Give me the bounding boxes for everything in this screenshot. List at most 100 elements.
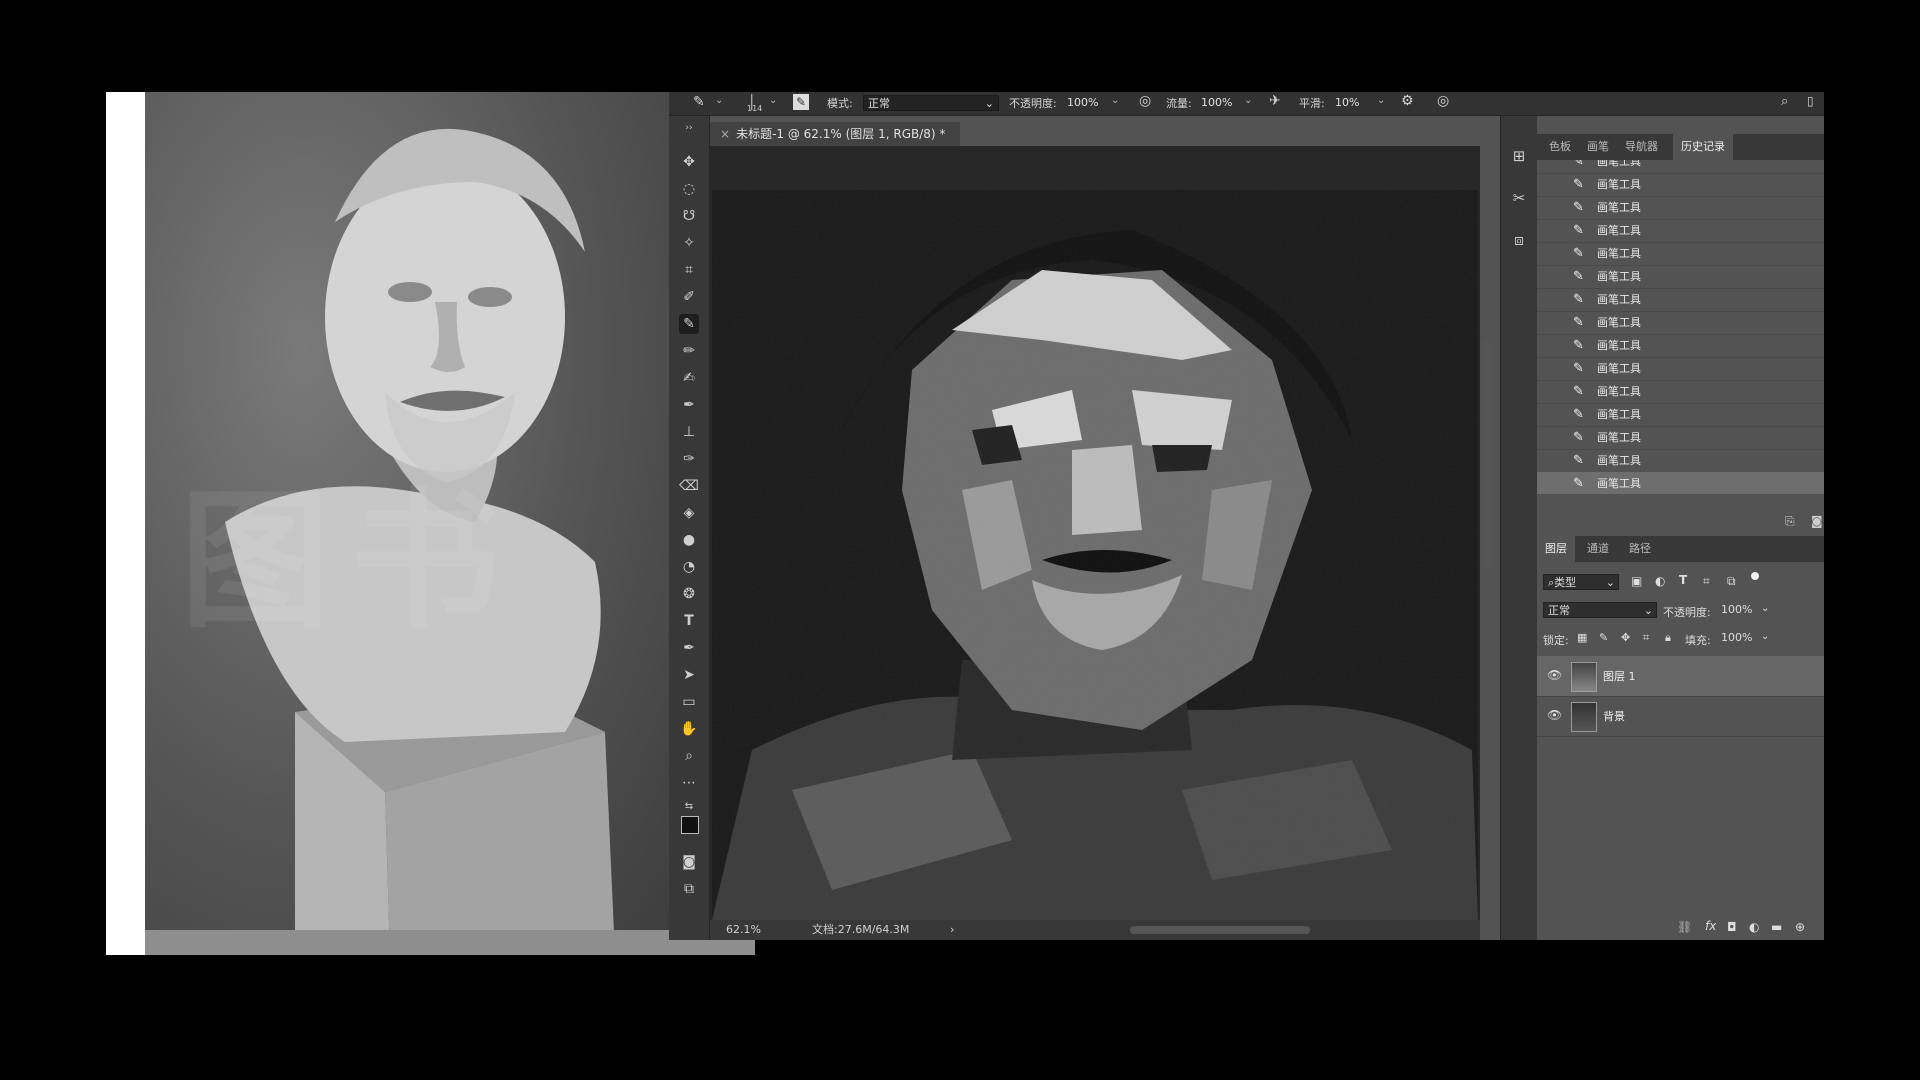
more-tools-icon[interactable]: ⋯ <box>679 773 699 793</box>
lock-all-icon[interactable]: 🔒︎ <box>1665 631 1671 645</box>
tab-paths[interactable]: 路径 <box>1621 536 1659 562</box>
blend-mode-select[interactable]: 正常 ⌄ <box>1543 602 1657 618</box>
layer-filter-select[interactable]: ⌕类型 ⌄ <box>1543 574 1619 590</box>
horizontal-scrollbar[interactable] <box>1130 926 1310 934</box>
collapse-toolbar-icon[interactable]: ›› <box>679 118 699 138</box>
tab-layers[interactable]: 图层 <box>1537 536 1575 562</box>
history-item[interactable]: ✎ 画笔工具 <box>1537 449 1824 473</box>
history-item-current[interactable]: ✎ 画笔工具 <box>1537 472 1824 494</box>
tab-navigator[interactable]: 导航器 <box>1617 134 1666 160</box>
fill-field[interactable]: 100% <box>1717 630 1767 646</box>
clone-source-icon[interactable]: ⧈ <box>1509 230 1529 250</box>
tool-preset-caret-icon[interactable]: ⌄ <box>715 95 723 106</box>
camera-icon[interactable]: ◙ <box>1811 514 1823 528</box>
new-layer-icon[interactable]: ⊕ <box>1795 920 1805 934</box>
paint-bucket-tool-icon[interactable]: ◈ <box>679 503 699 523</box>
mixer-brush-tool-icon[interactable]: ✍ <box>679 368 699 388</box>
zoom-tool-icon[interactable]: ⌕ <box>679 746 699 766</box>
zoom-level[interactable]: 62.1% <box>726 920 761 940</box>
filter-pixel-icon[interactable]: ▣ <box>1631 574 1642 588</box>
tab-brushes[interactable]: 画笔 <box>1579 134 1617 160</box>
flow-caret-icon[interactable]: ⌄ <box>1244 95 1252 106</box>
layer-row[interactable]: 👁︎ 图层 1 <box>1537 656 1824 697</box>
history-item[interactable]: ✎ 画笔工具 <box>1537 219 1824 243</box>
history-item[interactable]: ✎ 画笔工具 <box>1537 311 1824 335</box>
history-item[interactable]: ✎ 画笔工具 <box>1537 196 1824 220</box>
lock-position-icon[interactable]: ✥ <box>1621 631 1630 644</box>
pen-tool-icon[interactable]: ✒ <box>679 638 699 658</box>
tab-channels[interactable]: 通道 <box>1579 536 1617 562</box>
filter-adjustment-icon[interactable]: ◐ <box>1655 574 1665 588</box>
type-tool-icon[interactable]: T <box>679 611 699 631</box>
swap-colors-icon[interactable]: ⇆ <box>679 796 699 816</box>
properties-panel-icon[interactable]: ⊞ <box>1509 146 1529 166</box>
adjustment-layer-icon[interactable]: ◐ <box>1749 920 1759 934</box>
history-brush-tool-icon[interactable]: ✒ <box>679 395 699 415</box>
fx-icon[interactable]: fx <box>1705 919 1716 933</box>
stamp-tool-icon[interactable]: ⊥ <box>679 422 699 442</box>
filter-shape-icon[interactable]: ⌗ <box>1703 574 1710 589</box>
blur-tool-icon[interactable]: ● <box>679 530 699 550</box>
smooth-field[interactable]: 10% <box>1331 95 1383 111</box>
history-item[interactable]: ✎ 画笔工具 <box>1537 160 1824 174</box>
history-item[interactable]: ✎ 画笔工具 <box>1537 403 1824 427</box>
lock-image-icon[interactable]: ✎ <box>1599 631 1608 644</box>
history-item[interactable]: ✎ 画笔工具 <box>1537 357 1824 381</box>
new-snapshot-icon[interactable]: ⎘ <box>1785 514 1795 529</box>
brush-picker-caret-icon[interactable]: ⌄ <box>769 95 777 106</box>
eye-icon[interactable]: 👁︎ <box>1547 668 1562 682</box>
pressure-opacity-icon[interactable]: ◎ <box>1139 93 1151 109</box>
quick-mask-icon[interactable]: ◙ <box>679 852 699 872</box>
pencil-tool-icon[interactable]: ✏ <box>679 341 699 361</box>
flow-field[interactable]: 100% <box>1197 95 1249 111</box>
hand-tool-icon[interactable]: ✋ <box>679 719 699 739</box>
history-item[interactable]: ✎ 画笔工具 <box>1537 288 1824 312</box>
add-mask-icon[interactable]: ◘ <box>1727 920 1737 934</box>
marquee-tool-icon[interactable]: ◌ <box>679 179 699 199</box>
dodge-tool-icon[interactable]: ◔ <box>679 557 699 577</box>
gear-icon[interactable]: ⚙ <box>1401 93 1414 109</box>
vertical-scrollbar[interactable] <box>1483 340 1491 570</box>
art-history-brush-icon[interactable]: ✑ <box>679 449 699 469</box>
filter-toggle-icon[interactable] <box>1751 572 1759 580</box>
pressure-size-icon[interactable]: ◎ <box>1437 93 1449 109</box>
folder-icon[interactable]: ▬ <box>1771 920 1782 934</box>
brush-settings-icon[interactable]: ✎ <box>793 94 809 110</box>
rectangle-tool-icon[interactable]: ▭ <box>679 692 699 712</box>
smooth-caret-icon[interactable]: ⌄ <box>1377 95 1385 106</box>
eraser-tool-icon[interactable]: ⌫ <box>679 476 699 496</box>
status-menu-arrow-icon[interactable]: › <box>950 920 954 940</box>
canvas[interactable] <box>712 190 1478 920</box>
history-item[interactable]: ✎ 画笔工具 <box>1537 173 1824 197</box>
magic-wand-tool-icon[interactable]: ✧ <box>679 233 699 253</box>
workspace-icon[interactable]: ▯ <box>1807 94 1814 108</box>
eye-icon[interactable]: 👁︎ <box>1547 708 1562 722</box>
brush-tool-icon[interactable]: ✎ <box>679 314 699 334</box>
chevron-down-icon[interactable]: ⌄ <box>1761 603 1769 614</box>
tab-swatches[interactable]: 色板 <box>1541 134 1579 160</box>
crop-tool-icon[interactable]: ⌗ <box>679 260 699 280</box>
history-item[interactable]: ✎ 画笔工具 <box>1537 334 1824 358</box>
layer-opacity-field[interactable]: 100% <box>1717 602 1767 618</box>
tool-presets-icon[interactable]: ✂ <box>1509 188 1529 208</box>
screen-mode-icon[interactable]: ⧉ <box>679 879 699 899</box>
eyedropper-tool-icon[interactable]: ✐ <box>679 287 699 307</box>
lasso-tool-icon[interactable]: ☋ <box>679 206 699 226</box>
layer-row[interactable]: 👁︎ 背景 <box>1537 696 1824 737</box>
brush-tool-icon[interactable]: ✎ <box>693 94 705 110</box>
sponge-tool-icon[interactable]: ❂ <box>679 584 699 604</box>
history-item[interactable]: ✎ 画笔工具 <box>1537 265 1824 289</box>
foreground-color-swatch[interactable] <box>681 816 699 834</box>
path-selection-tool-icon[interactable]: ➤ <box>679 665 699 685</box>
document-tab[interactable]: × 未标题-1 @ 62.1% (图层 1, RGB/8) * <box>710 122 960 146</box>
search-icon[interactable]: ⌕ <box>1781 94 1788 109</box>
history-item[interactable]: ✎ 画笔工具 <box>1537 380 1824 404</box>
chevron-down-icon[interactable]: ⌄ <box>1761 631 1769 642</box>
airbrush-icon[interactable]: ✈ <box>1269 93 1281 109</box>
opacity-caret-icon[interactable]: ⌄ <box>1111 95 1119 106</box>
move-tool-icon[interactable]: ✥ <box>679 152 699 172</box>
filter-smart-object-icon[interactable]: ⧉ <box>1727 574 1736 589</box>
history-item[interactable]: ✎ 画笔工具 <box>1537 426 1824 450</box>
lock-transparent-icon[interactable]: ▦ <box>1577 631 1587 644</box>
filter-type-icon[interactable]: T <box>1679 573 1687 587</box>
